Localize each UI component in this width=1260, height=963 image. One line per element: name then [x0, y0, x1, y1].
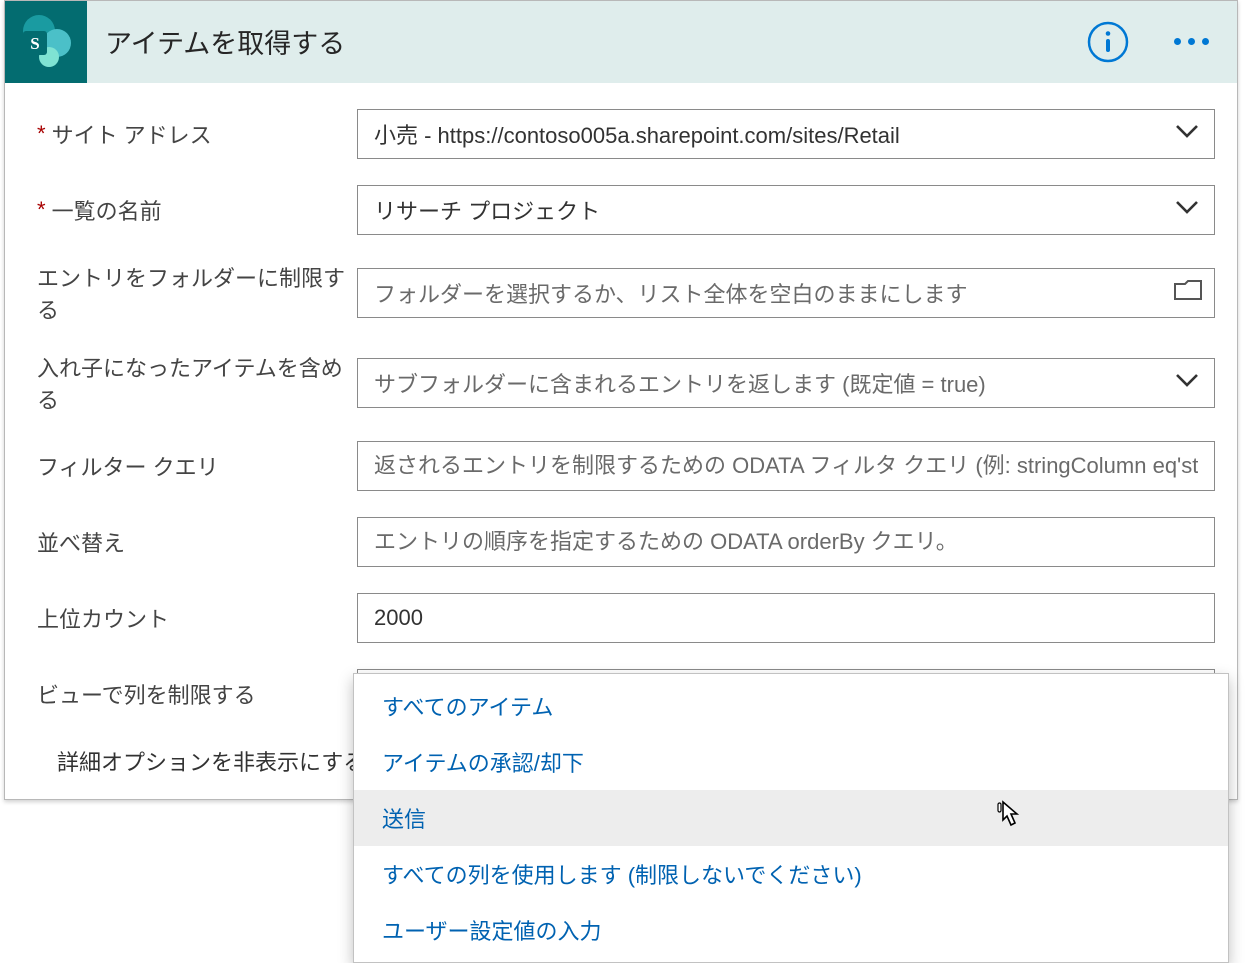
limit-folder-picker[interactable]: フォルダーを選択するか、リスト全体を空白のままにします [357, 268, 1215, 318]
site-address-dropdown[interactable]: 小売 - https://contoso005a.sharepoint.com/… [357, 109, 1215, 159]
limit-columns-option[interactable]: すべての列を使用します (制限しないでください) [354, 846, 1228, 902]
label-list-name: * 一覧の名前 [37, 194, 357, 226]
card-header: S アイテムを取得する [5, 1, 1237, 83]
limit-columns-dropdown-list: すべてのアイテムアイテムの承認/却下送信すべての列を使用します (制限しないでく… [353, 673, 1229, 963]
sharepoint-icon: S [5, 1, 87, 83]
row-include-nested: 入れ子になったアイテムを含める サブフォルダーに含まれるエントリを返します (既… [37, 351, 1215, 415]
include-nested-placeholder: サブフォルダーに含まれるエントリを返します (既定値 = true) [374, 367, 986, 399]
row-filter-query: フィルター クエリ [37, 441, 1215, 491]
top-count-text[interactable] [374, 594, 1198, 642]
label-text: フィルター クエリ [37, 450, 219, 482]
label-text: ビューで列を制限する [37, 678, 256, 710]
required-mark: * [37, 121, 46, 147]
site-address-value: 小売 - https://contoso005a.sharepoint.com/… [374, 118, 900, 150]
header-actions [1086, 20, 1237, 64]
label-text: 一覧の名前 [52, 194, 162, 226]
limit-columns-option[interactable]: すべてのアイテム [354, 678, 1228, 734]
list-name-dropdown[interactable]: リサーチ プロジェクト [357, 185, 1215, 235]
label-text: 入れ子になったアイテムを含める [37, 351, 357, 415]
action-title: アイテムを取得する [87, 22, 1086, 61]
info-icon[interactable] [1086, 20, 1130, 64]
filter-query-text[interactable] [374, 442, 1198, 490]
row-order-by: 並べ替え [37, 517, 1215, 567]
label-filter-query: フィルター クエリ [37, 450, 357, 482]
label-text: 並べ替え [37, 526, 125, 558]
limit-columns-option[interactable]: アイテムの承認/却下 [354, 734, 1228, 790]
limit-folder-placeholder: フォルダーを選択するか、リスト全体を空白のままにします [374, 277, 968, 309]
order-by-text[interactable] [374, 518, 1198, 566]
label-top-count: 上位カウント [37, 602, 357, 634]
row-site-address: * サイト アドレス 小売 - https://contoso005a.shar… [37, 109, 1215, 159]
list-name-value: リサーチ プロジェクト [374, 194, 600, 226]
filter-query-input[interactable] [357, 441, 1215, 491]
limit-columns-option[interactable]: 送信 [354, 790, 1228, 846]
required-mark: * [37, 197, 46, 223]
label-site-address: * サイト アドレス [37, 118, 357, 150]
label-order-by: 並べ替え [37, 526, 357, 558]
row-top-count: 上位カウント [37, 593, 1215, 643]
hide-advanced-label: 詳細オプションを非表示にする [57, 745, 365, 777]
label-include-nested: 入れ子になったアイテムを含める [37, 351, 357, 415]
label-text: エントリをフォルダーに制限する [37, 261, 357, 325]
label-text: 上位カウント [37, 602, 169, 634]
top-count-input[interactable] [357, 593, 1215, 643]
label-text: サイト アドレス [52, 118, 212, 150]
include-nested-dropdown[interactable]: サブフォルダーに含まれるエントリを返します (既定値 = true) [357, 358, 1215, 408]
limit-columns-option[interactable]: ユーザー設定値の入力 [354, 902, 1228, 958]
row-list-name: * 一覧の名前 リサーチ プロジェクト [37, 185, 1215, 235]
svg-text:S: S [30, 34, 39, 53]
label-limit-folder: エントリをフォルダーに制限する [37, 261, 357, 325]
label-limit-columns: ビューで列を制限する [37, 678, 357, 710]
row-limit-folder: エントリをフォルダーに制限する フォルダーを選択するか、リスト全体を空白のままに… [37, 261, 1215, 325]
order-by-input[interactable] [357, 517, 1215, 567]
more-icon[interactable] [1174, 38, 1209, 45]
